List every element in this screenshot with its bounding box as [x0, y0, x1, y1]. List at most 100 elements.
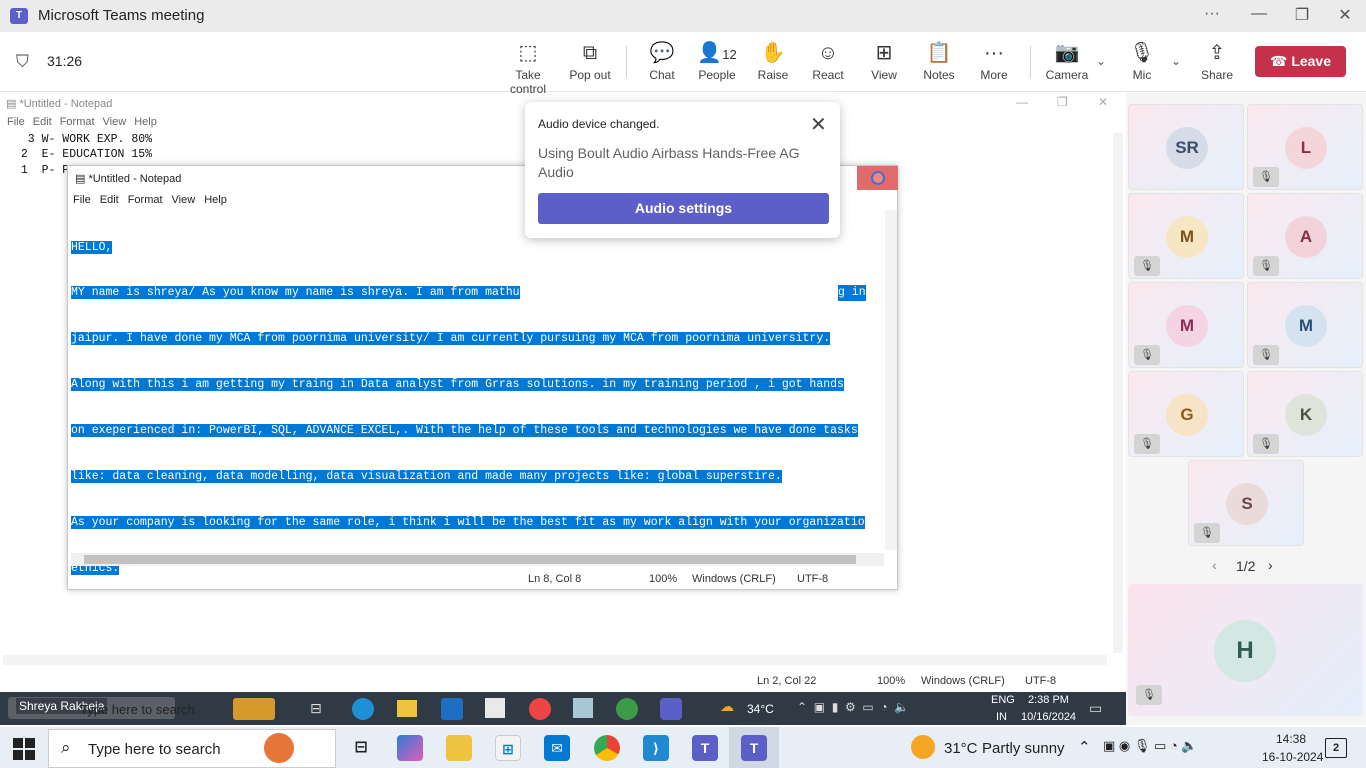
avatar: SR [1166, 127, 1208, 169]
audio-device-notification: Audio device changed. ✕ Using Boult Audi… [525, 102, 840, 238]
participant-tile[interactable]: A 🎙 [1247, 193, 1363, 279]
prev-page-icon[interactable]: ‹ [1212, 557, 1217, 573]
bg-status-zoom: 100% [877, 675, 906, 687]
menu-file[interactable]: File [73, 194, 91, 206]
weather-temp[interactable]: 31°C [944, 740, 978, 757]
copilot-icon[interactable] [397, 735, 423, 761]
participant-tile[interactable]: M 🎙 [1247, 282, 1363, 368]
menu-format: Format [59, 116, 95, 128]
edge-icon [352, 698, 374, 720]
store-icon[interactable]: ⊞ [495, 735, 521, 761]
mic-muted-icon: 🎙 [1253, 434, 1279, 454]
bg-notepad-maximize: ❐ [1057, 95, 1068, 109]
text-line: like: data cleaning, data modelling, dat… [71, 470, 782, 484]
system-date[interactable]: 16-10-2024 [1262, 750, 1323, 764]
participant-tile[interactable]: G 🎙 [1128, 371, 1244, 457]
notepad-close-button[interactable] [857, 166, 898, 190]
search-icon: ⌕ [61, 738, 71, 757]
avatar: M [1166, 305, 1208, 347]
meeting-toolbar: ⛉ 31:26 ⬚ Take control ⧉ Pop out 💬 Chat 👤12… [0, 32, 1366, 96]
mic-muted-icon: 🎙 [1136, 685, 1162, 705]
clock-time: 2:38 PM [1028, 694, 1069, 706]
notepad-menu-bar: File Edit Format View Help [73, 194, 227, 206]
audio-settings-button[interactable]: Audio settings [538, 193, 829, 224]
maximize-button[interactable]: ❐ [1290, 5, 1314, 25]
tray-overflow-icon[interactable]: ⌃ [1078, 738, 1091, 756]
bg-notepad-hscroll [3, 655, 1107, 665]
mic-muted-icon: 🎙 [1253, 167, 1279, 187]
people-count: 12 [722, 47, 737, 62]
participant-tile[interactable]: SR [1128, 104, 1244, 190]
mic-muted-icon: 🎙 [1194, 523, 1220, 543]
menu-view: View [102, 116, 127, 128]
notepad-vscroll[interactable] [885, 210, 897, 550]
participant-tile[interactable]: S 🎙 [1188, 460, 1304, 546]
next-page-icon[interactable]: › [1268, 557, 1273, 573]
menu-edit: Edit [32, 116, 52, 128]
text-line: HELLO, [71, 240, 113, 254]
notification-center-icon[interactable]: 2 [1325, 738, 1347, 758]
notepad-hscroll[interactable] [71, 553, 884, 566]
tray-icons: ⌃ ▣ ▮ ⚙ ▭ ◔ 🔈 [797, 700, 910, 714]
close-button[interactable]: ✕ [1333, 5, 1357, 25]
more-options-icon[interactable]: ··· [1200, 5, 1224, 23]
weather-icon[interactable] [911, 735, 935, 759]
text-line: 2 E- EDUCATION 15% [14, 148, 153, 162]
task-view-icon: ⊟ [310, 700, 322, 716]
avatar: M [1285, 305, 1327, 347]
people-button[interactable]: 👤12 People [685, 40, 749, 82]
input-lang: ENG [991, 694, 1015, 706]
share-button[interactable]: ⇪ Share [1185, 40, 1249, 82]
react-button[interactable]: ☺ React [796, 40, 860, 82]
mic-options-chevron-icon[interactable]: ⌄ [1171, 54, 1181, 68]
bg-status-enc: UTF-8 [1025, 675, 1057, 687]
teams-meeting-icon[interactable]: T [741, 735, 767, 761]
leave-button[interactable]: ☎ Leave [1255, 46, 1346, 77]
menu-help[interactable]: Help [204, 194, 227, 206]
windows-start-icon[interactable] [13, 738, 35, 760]
avatar: M [1166, 216, 1208, 258]
minimize-button[interactable]: — [1247, 5, 1271, 23]
participant-tile[interactable]: M 🎙 [1128, 282, 1244, 368]
vscode-icon[interactable]: ⟩ [643, 735, 669, 761]
participant-tile[interactable]: M 🎙 [1128, 193, 1244, 279]
bg-notepad-close: ✕ [1098, 95, 1109, 109]
status-position: Ln 8, Col 8 [528, 573, 582, 585]
taskbar-search-box[interactable]: ⌕ Type here to search [48, 729, 336, 768]
text-line: jaipur. I have done my MCA from poornima… [71, 332, 831, 346]
hscroll-thumb[interactable] [84, 555, 856, 564]
file-explorer-icon[interactable] [446, 735, 472, 761]
teams-icon[interactable]: T [692, 735, 718, 761]
meeting-timer: 31:26 [47, 53, 83, 69]
pop-out-button[interactable]: ⧉ Pop out [558, 40, 622, 82]
system-time[interactable]: 14:38 [1276, 732, 1306, 746]
featured-participant-tile[interactable]: H 🎙 [1128, 584, 1363, 716]
camera-button[interactable]: 📷 Camera [1035, 40, 1099, 82]
mic-muted-icon: 🎙 [1134, 256, 1160, 276]
ellipsis-icon: ··· [984, 42, 1004, 64]
task-view-icon[interactable]: ⊟ [348, 735, 374, 761]
pop-out-icon: ⧉ [582, 42, 598, 64]
close-icon[interactable]: ✕ [810, 112, 827, 137]
menu-format[interactable]: Format [128, 194, 163, 206]
participant-tile[interactable]: L 🎙 [1247, 104, 1363, 190]
menu-edit[interactable]: Edit [100, 194, 119, 206]
folder-icon [397, 700, 417, 717]
tray-icons[interactable]: ▣ ◉ 🎙 ▭ ◔ 🔈 [1103, 738, 1198, 754]
notification-body: Using Boult Audio Airbass Hands-Free AG … [538, 145, 800, 180]
mic-button[interactable]: 🎙 Mic [1110, 40, 1174, 82]
input-region: IN [996, 711, 1007, 723]
more-button[interactable]: ··· More [962, 40, 1026, 82]
weather-desc[interactable]: Partly sunny [982, 740, 1065, 757]
chrome-icon[interactable] [594, 735, 620, 761]
take-control-button[interactable]: ⬚ Take control [496, 40, 560, 96]
menu-view[interactable]: View [172, 194, 196, 206]
camera-options-chevron-icon[interactable]: ⌄ [1096, 54, 1106, 68]
participant-tile[interactable]: K 🎙 [1247, 371, 1363, 457]
menu-file: File [7, 116, 25, 128]
notepad-text-area[interactable]: HELLO, MY name is shreya/ As you know my… [71, 209, 881, 607]
mail-icon[interactable]: ✉ [544, 735, 570, 761]
shared-taskbar: Shreya Rakheja Type here to search ⊟ ☁ 3… [0, 692, 1126, 725]
weather-icon: ☁ [720, 698, 734, 714]
weather-temp: 34°C [747, 702, 774, 716]
